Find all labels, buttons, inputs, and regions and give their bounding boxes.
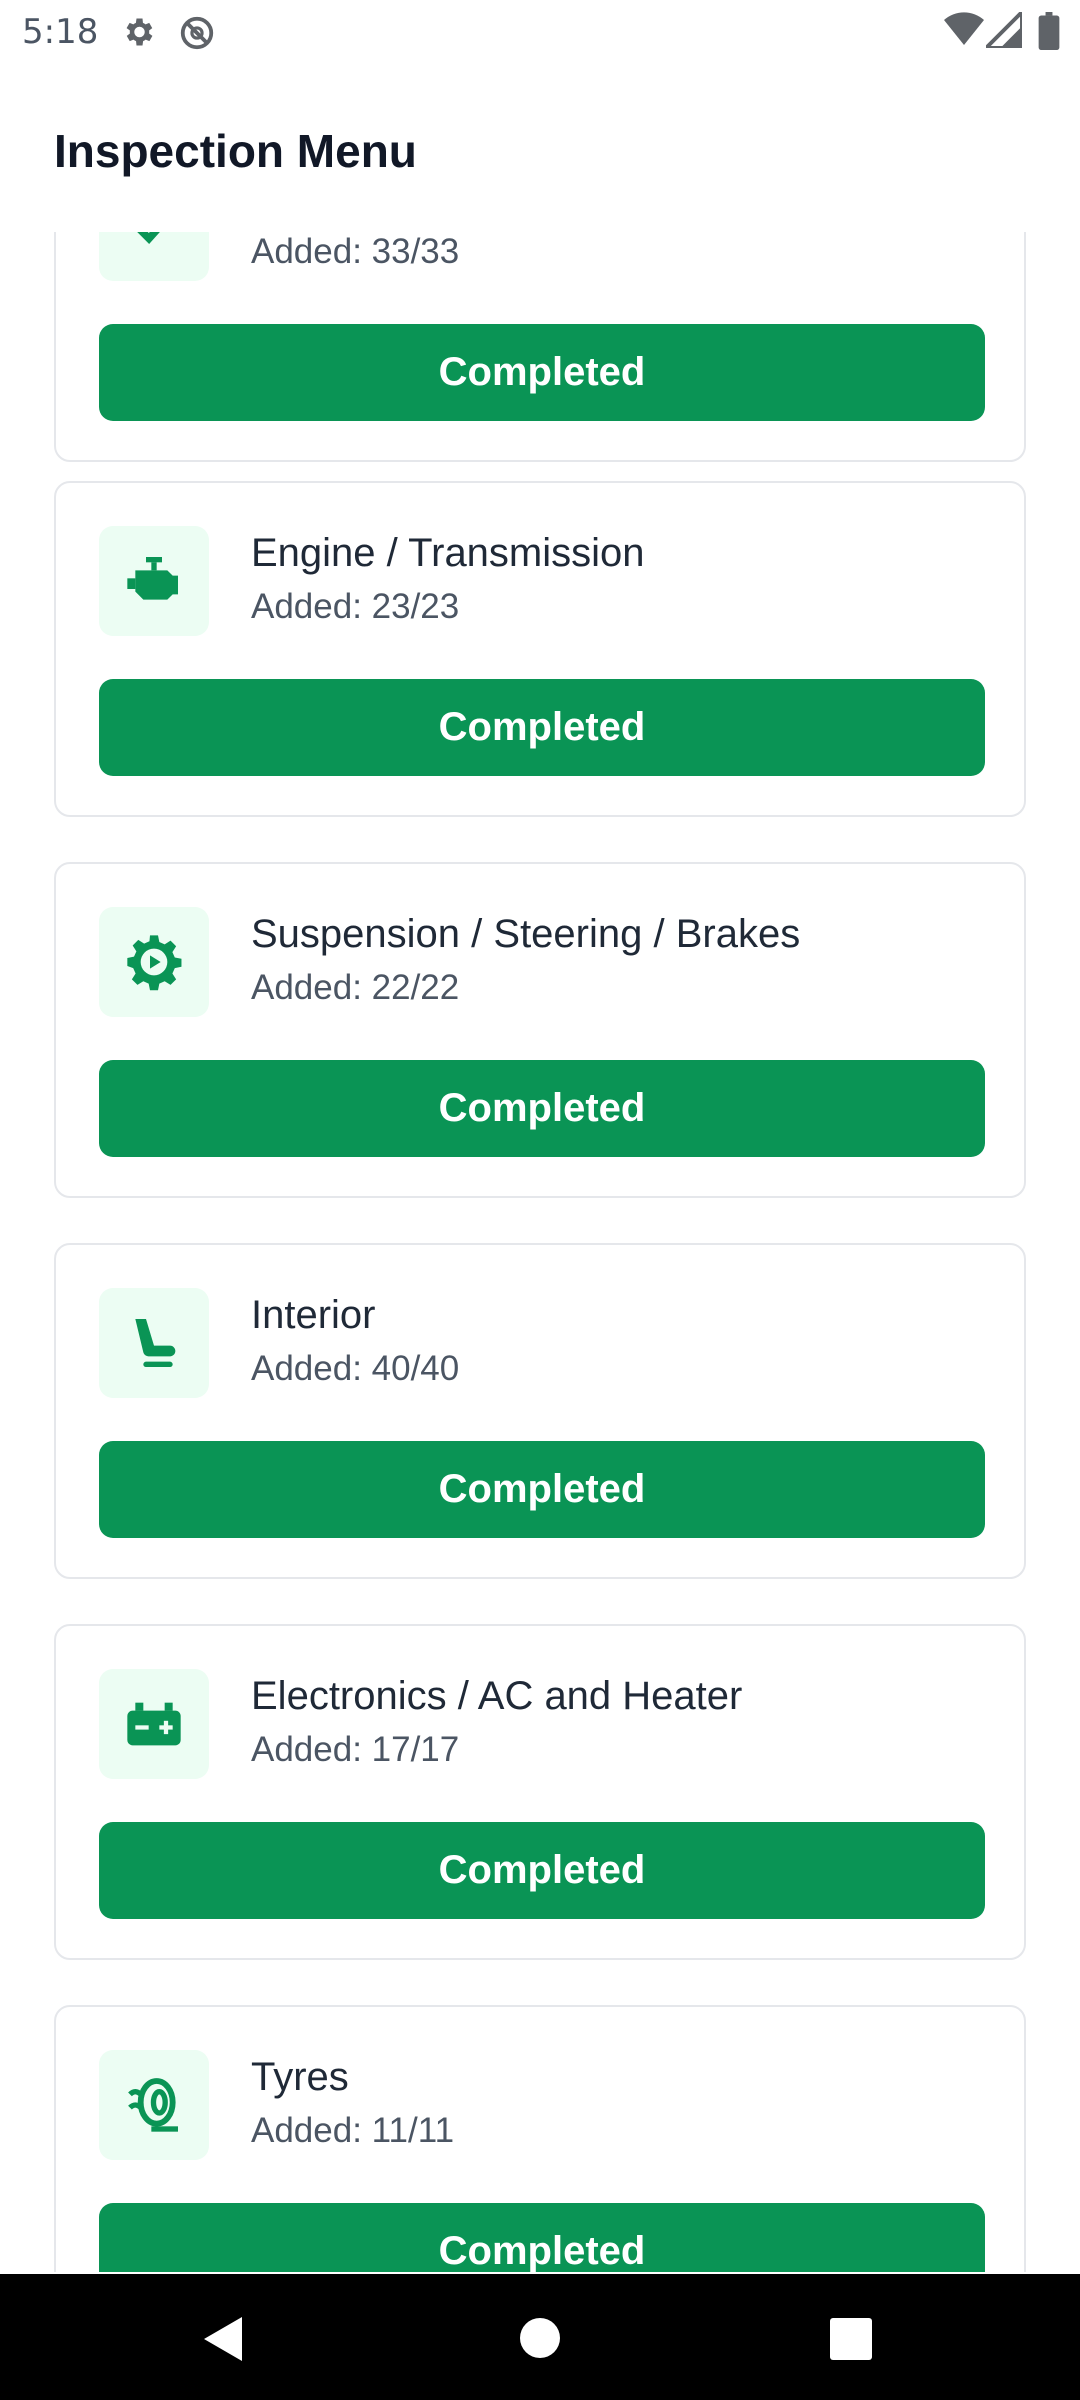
inspection-list[interactable]: Added: 33/33 Completed Engine / Transmis…: [0, 232, 1080, 2272]
seat-icon: [99, 1288, 209, 1398]
check-icon: [99, 232, 209, 281]
inspection-card[interactable]: Suspension / Steering / Brakes Added: 22…: [54, 862, 1026, 1198]
back-icon[interactable]: [200, 2314, 246, 2369]
gear-icon: [99, 907, 209, 1017]
page-title: Inspection Menu: [54, 125, 417, 177]
completed-button[interactable]: Completed: [99, 1060, 985, 1157]
card-added-count: Added: 22/22: [251, 968, 460, 1007]
card-title: Engine / Transmission: [251, 531, 645, 575]
completed-button[interactable]: Completed: [99, 679, 985, 776]
card-title: Interior: [251, 1293, 376, 1337]
battery-icon: [99, 1669, 209, 1779]
navigation-bar: [0, 2274, 1080, 2400]
card-added-count: Added: 11/11: [251, 2111, 455, 2150]
card-added-count: Added: 23/23: [251, 587, 460, 626]
card-title: Electronics / AC and Heater: [251, 1674, 743, 1718]
card-title: Tyres: [251, 2055, 349, 2099]
completed-button[interactable]: Completed: [99, 2203, 985, 2272]
cellular-signal-icon: [981, 7, 1024, 53]
recents-icon[interactable]: [830, 2318, 872, 2365]
card-title: Suspension / Steering / Brakes: [251, 912, 801, 956]
inspection-card[interactable]: Tyres Added: 11/11 Completed: [54, 2005, 1026, 2272]
wifi-icon: [944, 12, 984, 53]
card-added-count: Added: 33/33: [251, 232, 460, 271]
inspection-card[interactable]: Added: 33/33 Completed: [54, 232, 1026, 462]
do-not-disturb-icon: [178, 14, 216, 57]
completed-button[interactable]: Completed: [99, 324, 985, 421]
battery-status-icon: [1038, 12, 1060, 55]
settings-icon: [120, 14, 156, 55]
inspection-card[interactable]: Interior Added: 40/40 Completed: [54, 1243, 1026, 1579]
card-added-count: Added: 17/17: [251, 1730, 460, 1769]
app-header: Inspection Menu: [0, 62, 1080, 232]
completed-button[interactable]: Completed: [99, 1441, 985, 1538]
completed-button[interactable]: Completed: [99, 1822, 985, 1919]
tyre-icon: [99, 2050, 209, 2160]
card-added-count: Added: 40/40: [251, 1349, 460, 1388]
status-time: 5:18: [22, 12, 99, 52]
inspection-card[interactable]: Electronics / AC and Heater Added: 17/17…: [54, 1624, 1026, 1960]
engine-icon: [99, 526, 209, 636]
home-icon[interactable]: [518, 2316, 562, 2365]
inspection-card[interactable]: Engine / Transmission Added: 23/23 Compl…: [54, 481, 1026, 817]
status-bar: 5:18: [0, 0, 1080, 62]
